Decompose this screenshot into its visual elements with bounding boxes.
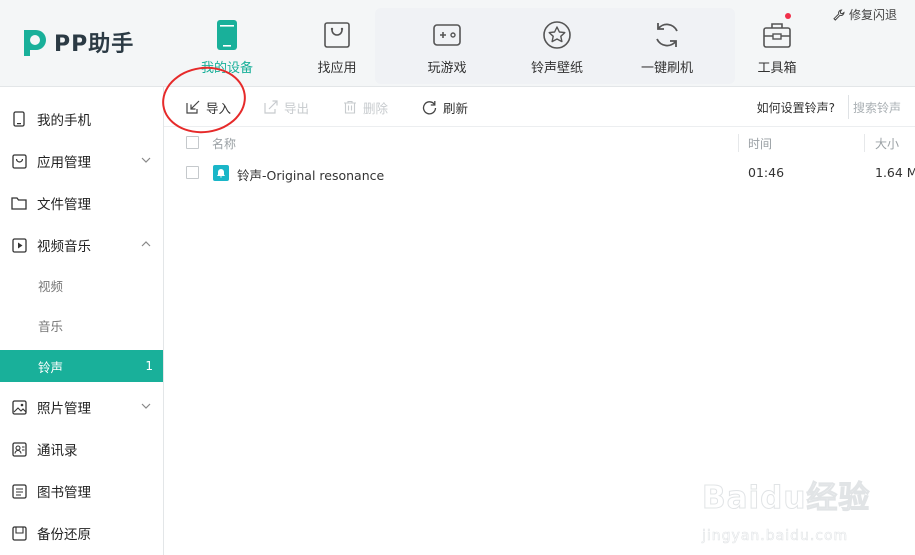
sidebar-subitem-ringtones[interactable]: 铃声 1 (0, 350, 163, 382)
app-name: PP助手 (54, 32, 135, 57)
nav-label: 一键刷机 (640, 61, 693, 76)
export-label: 导出 (284, 100, 310, 116)
toolbar: 导入 导出 删除 刷新 如何设置铃声? 搜索铃声 (164, 87, 915, 127)
nav-label: 铃声壁纸 (530, 61, 583, 76)
nav-label: 玩游戏 (427, 61, 467, 76)
table-header: 名称 时间 大小 (164, 128, 915, 158)
sidebar-item-label: 我的手机 (37, 113, 91, 129)
import-button[interactable]: 导入 (186, 97, 231, 117)
sidebar-item-photo-management[interactable]: 照片管理 (0, 391, 163, 423)
sidebar-item-label: 备份还原 (37, 527, 91, 543)
column-divider[interactable] (864, 134, 865, 152)
refresh-icon (422, 100, 437, 114)
fix-crash-label: 修复闪退 (848, 8, 897, 22)
nav-ringtones-wallpapers[interactable]: 铃声壁纸 (502, 0, 612, 87)
sidebar-item-label: 文件管理 (37, 197, 91, 213)
bag-icon (11, 153, 27, 169)
export-icon (264, 100, 278, 114)
select-all-checkbox[interactable] (186, 136, 199, 149)
wrench-icon (833, 8, 845, 21)
sidebar-item-label: 图书管理 (37, 485, 91, 501)
refresh-label: 刷新 (443, 100, 469, 116)
chevron-down-icon[interactable] (139, 399, 153, 413)
nav-label: 工具箱 (757, 61, 797, 76)
how-to-set-ringtone-link[interactable]: 如何设置铃声? (757, 99, 835, 116)
shopping-bag-icon (320, 18, 354, 52)
ringtone-duration: 01:46 (748, 165, 785, 180)
import-label: 导入 (206, 100, 232, 116)
fix-crash-button[interactable]: 修复闪退 (833, 6, 897, 23)
image-icon (11, 399, 27, 415)
nav-toolbox[interactable]: 工具箱 (722, 0, 832, 87)
phone-icon (11, 111, 27, 127)
sidebar-item-backup-restore[interactable]: 备份还原 (0, 517, 163, 549)
pp-logo-icon (20, 26, 50, 58)
folder-icon (11, 195, 27, 211)
chevron-down-icon[interactable] (139, 153, 153, 167)
sidebar-item-label: 视频音乐 (37, 239, 91, 255)
book-icon (11, 483, 27, 499)
nav-find-apps[interactable]: 找应用 (282, 0, 392, 87)
nav-label: 我的设备 (200, 61, 253, 76)
sidebar-item-app-management[interactable]: 应用管理 (0, 145, 163, 177)
notification-dot (785, 13, 791, 19)
sidebar-item-my-phone[interactable]: 我的手机 (0, 103, 163, 135)
nav-play-games[interactable]: 玩游戏 (392, 0, 502, 87)
play-icon (11, 237, 27, 253)
import-icon (186, 100, 200, 114)
sidebar-item-label: 通讯录 (37, 443, 78, 459)
toolbar-divider (848, 95, 849, 119)
main-nav: 我的设备 找应用 玩游戏 铃声壁纸 一键刷机 工具箱 (172, 0, 832, 87)
baidu-watermark: Baidu经验 jingyan.baidu.com (700, 458, 900, 548)
app-logo[interactable]: PP助手 (20, 26, 134, 58)
sidebar-subitem-label: 音乐 (38, 318, 64, 334)
nav-label: 找应用 (317, 61, 357, 76)
ringtone-count: 1 (145, 359, 153, 373)
column-divider[interactable] (738, 134, 739, 152)
star-icon (540, 18, 574, 52)
sidebar-subitem-label: 铃声 (38, 359, 64, 375)
gamepad-icon (430, 18, 464, 52)
sidebar-item-contacts[interactable]: 通讯录 (0, 433, 163, 465)
sidebar: 我的手机 应用管理 文件管理 视频音乐 视频 音乐 铃声 1 照片管理 通讯录 … (0, 87, 164, 555)
top-header: PP助手 我的设备 找应用 玩游戏 铃声壁纸 一键刷机 工具箱 修复闪退 (0, 0, 915, 87)
nav-my-device[interactable]: 我的设备 (172, 0, 282, 87)
ringtone-size: 1.64 M (875, 165, 915, 180)
column-header-name[interactable]: 名称 (212, 135, 236, 152)
column-header-size[interactable]: 大小 (875, 135, 899, 152)
sidebar-subitem-music[interactable]: 音乐 (0, 309, 163, 341)
backup-icon (11, 525, 27, 541)
search-input[interactable]: 搜索铃声 (853, 99, 915, 116)
chevron-up-icon[interactable] (139, 237, 153, 251)
nav-one-click-flash[interactable]: 一键刷机 (612, 0, 722, 87)
watermark-url: jingyan.baidu.com (702, 528, 849, 545)
row-checkbox[interactable] (186, 166, 199, 179)
watermark-logo-text: Baidu经验 (701, 480, 871, 517)
delete-button[interactable]: 删除 (343, 97, 388, 117)
trash-icon (344, 100, 356, 114)
refresh-icon (650, 18, 684, 52)
ringtone-name: 铃声-Original resonance (237, 168, 385, 183)
export-button[interactable]: 导出 (264, 97, 309, 117)
sidebar-subitem-video[interactable]: 视频 (0, 269, 163, 301)
sidebar-item-label: 照片管理 (37, 401, 91, 417)
sidebar-item-video-music[interactable]: 视频音乐 (0, 229, 163, 261)
table-row[interactable]: 铃声-Original resonance 01:46 1.64 M (164, 158, 915, 188)
sidebar-subitem-label: 视频 (38, 278, 64, 294)
delete-label: 删除 (363, 100, 389, 116)
refresh-button[interactable]: 刷新 (422, 97, 468, 117)
bell-icon (213, 165, 229, 181)
contacts-icon (11, 441, 27, 457)
toolbox-icon (760, 18, 794, 52)
phone-icon (210, 18, 244, 52)
sidebar-item-book-management[interactable]: 图书管理 (0, 475, 163, 507)
column-header-time[interactable]: 时间 (748, 135, 772, 152)
sidebar-item-file-management[interactable]: 文件管理 (0, 187, 163, 219)
sidebar-item-label: 应用管理 (37, 155, 91, 171)
